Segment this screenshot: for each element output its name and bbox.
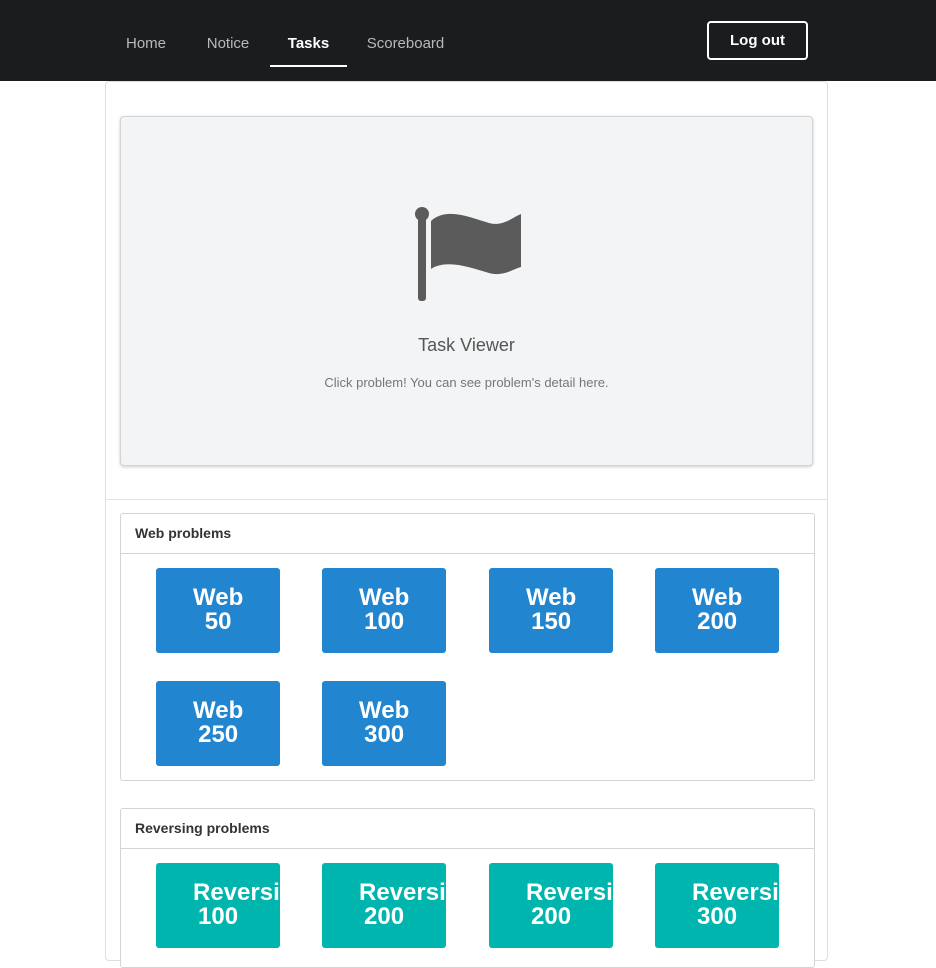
problem-card-label: Web 250 (193, 699, 243, 747)
nav-home[interactable]: Home (116, 24, 176, 67)
main-container: Task Viewer Click problem! You can see p… (105, 81, 828, 968)
problem-card-reversing-200-b[interactable]: Reversing 200 (489, 863, 613, 948)
task-viewer-description: Click problem! You can see problem's det… (324, 375, 609, 390)
reversing-problems-section: Reversing problems Reversing 100 Reversi… (120, 808, 815, 968)
section-divider (106, 499, 827, 500)
task-viewer-panel: Task Viewer Click problem! You can see p… (120, 116, 813, 466)
problem-card-label: Web 200 (692, 586, 742, 634)
reversing-problems-header: Reversing problems (121, 809, 814, 849)
logout-button[interactable]: Log out (707, 21, 808, 60)
problem-card-label: Web 100 (359, 586, 409, 634)
top-navbar: Home Notice Tasks Scoreboard Log out (0, 0, 936, 81)
problem-points: 50 (204, 608, 232, 635)
problem-points: 250 (198, 721, 239, 748)
problem-card-label: Web 150 (526, 586, 576, 634)
problem-category: Web (359, 697, 410, 724)
problem-card-web-300[interactable]: Web 300 (322, 681, 446, 766)
nav-notice[interactable]: Notice (196, 24, 260, 67)
problem-category: Reversing (526, 879, 613, 906)
nav-scoreboard[interactable]: Scoreboard (357, 24, 454, 67)
problem-category: Web (526, 584, 577, 611)
flag-icon (415, 207, 521, 301)
problem-card-web-200[interactable]: Web 200 (655, 568, 779, 653)
problem-card-label: Reversing 200 (359, 881, 446, 929)
problem-points: 200 (697, 608, 738, 635)
task-viewer-title: Task Viewer (418, 335, 515, 355)
problem-category: Web (692, 584, 743, 611)
problem-points: 200 (531, 903, 572, 930)
problem-card-label: Web 300 (359, 699, 409, 747)
problem-category: Web (193, 584, 244, 611)
problem-card-label: Web 50 (193, 586, 243, 634)
problem-category: Reversing (359, 879, 446, 906)
problem-points: 200 (364, 903, 405, 930)
problem-card-web-150[interactable]: Web 150 (489, 568, 613, 653)
problem-card-label: Reversing 100 (193, 881, 280, 929)
problem-card-web-50[interactable]: Web 50 (156, 568, 280, 653)
problem-points: 300 (364, 721, 405, 748)
problem-category: Reversing (193, 879, 280, 906)
problem-card-reversing-300[interactable]: Reversing 300 (655, 863, 779, 948)
problem-card-web-250[interactable]: Web 250 (156, 681, 280, 766)
problem-category: Web (359, 584, 410, 611)
problem-card-reversing-100[interactable]: Reversing 100 (156, 863, 280, 948)
problem-card-reversing-200[interactable]: Reversing 200 (322, 863, 446, 948)
web-problems-section: Web problems Web 50 Web 100 Web 150 Web … (120, 513, 815, 781)
problem-points: 100 (364, 608, 405, 635)
web-problems-header: Web problems (121, 514, 814, 554)
problem-category: Reversing (692, 879, 779, 906)
problem-card-label: Reversing 300 (692, 881, 779, 929)
problem-points: 300 (697, 903, 738, 930)
nav-tasks[interactable]: Tasks (270, 24, 347, 67)
problem-points: 150 (531, 608, 572, 635)
problem-card-web-100[interactable]: Web 100 (322, 568, 446, 653)
problem-category: Web (193, 697, 244, 724)
problem-card-label: Reversing 200 (526, 881, 613, 929)
problem-points: 100 (198, 903, 239, 930)
